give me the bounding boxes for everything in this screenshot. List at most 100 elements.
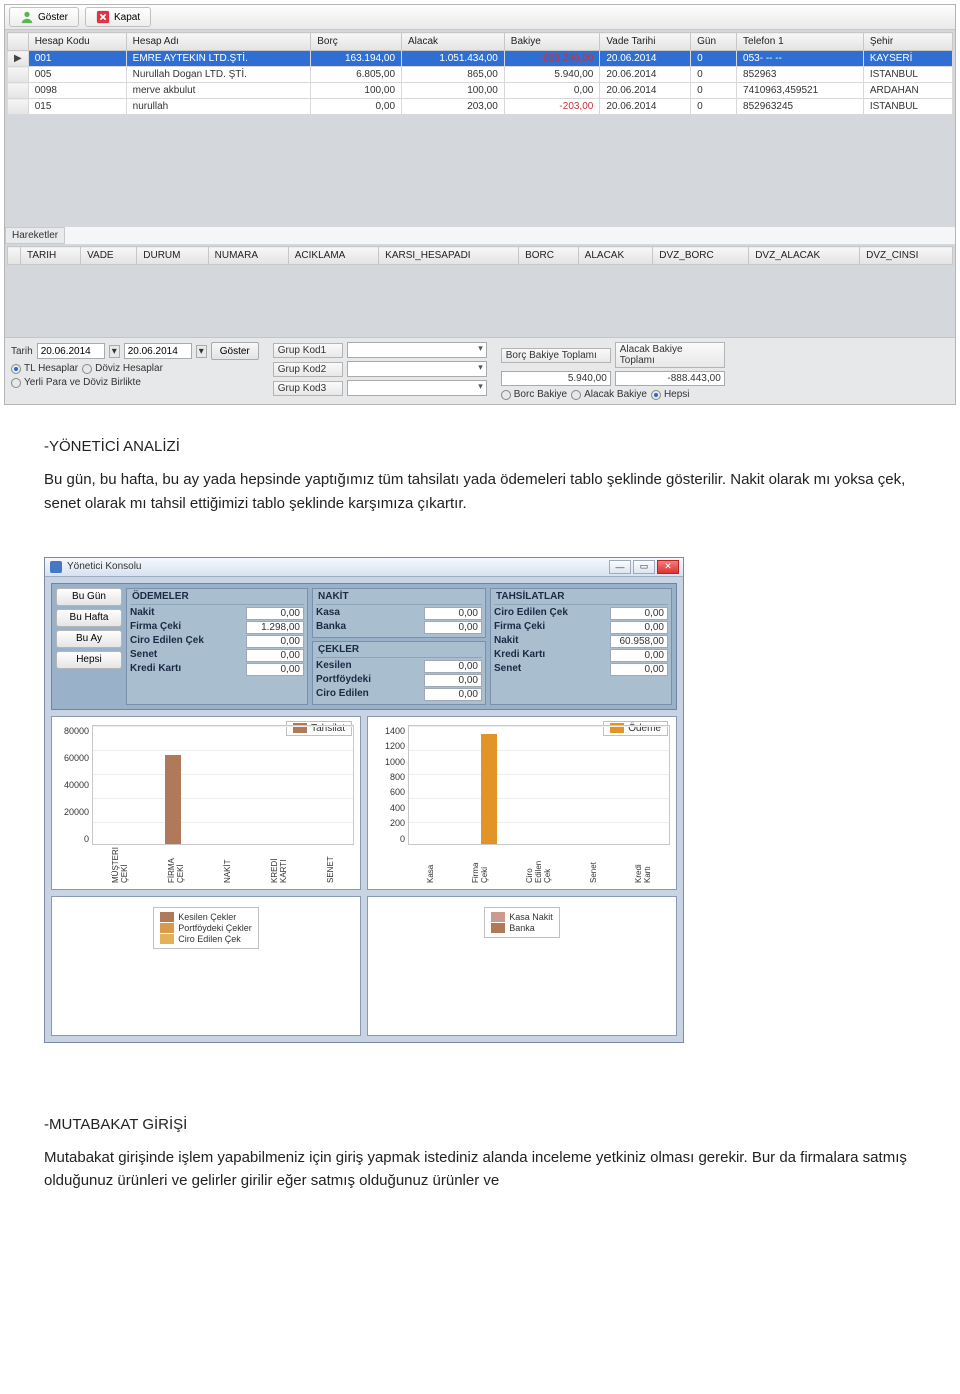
borc-bakiye-total-value: 5.940,00 xyxy=(501,371,611,386)
goster-button[interactable]: Göster xyxy=(211,342,259,360)
col-bakiye[interactable]: Bakiye xyxy=(504,33,600,51)
radio-yerli-doviz[interactable]: Yerli Para ve Döviz Birlikte xyxy=(11,377,141,388)
bars-odeme xyxy=(409,726,669,844)
yonetici-konsolu-window: Yönetici Konsolu — ▭ ✕ Bu Gün Bu Hafta B… xyxy=(44,557,684,1043)
kv-row: Senet0,00 xyxy=(130,649,304,662)
accounts-grid[interactable]: Hesap Kodu Hesap Adı Borç Alacak Bakiye … xyxy=(7,32,953,115)
close-red-icon xyxy=(96,10,110,24)
transactions-grid-area: TARIHVADEDURUMNUMARAACIKLAMAKARSI_HESAPA… xyxy=(5,244,955,337)
toolbar: Göster Kapat xyxy=(5,5,955,30)
col-hesap-adi[interactable]: Hesap Adı xyxy=(126,33,311,51)
radio-doviz-hesaplar[interactable]: Döviz Hesaplar xyxy=(82,363,163,374)
close-button-label: Kapat xyxy=(114,12,140,23)
section-mutabakat: -MUTABAKAT GİRİŞİ Mutabakat girişinde iş… xyxy=(0,1043,960,1219)
table-row[interactable]: 015nurullah 0,00203,00 -203,00 20.06.201… xyxy=(8,99,953,115)
kv-row: Kesilen0,00 xyxy=(316,660,482,673)
table-row[interactable]: ▶ 001EMRE AYTEKIN LTD.ŞTİ. 163.194,001.0… xyxy=(8,51,953,67)
xlabels-odeme: KasaFirma ÇekiCiro Edilen ÇekSenetKredi … xyxy=(408,847,670,883)
accounts-grid-area: Hesap Kodu Hesap Adı Borç Alacak Bakiye … xyxy=(5,30,955,227)
show-button-label: Göster xyxy=(38,12,68,23)
grup2-combo[interactable] xyxy=(347,361,487,377)
col-dvz_borc[interactable]: DVZ_BORC xyxy=(653,247,749,265)
radio-alacak-bakiye[interactable]: Alacak Bakiye xyxy=(571,389,647,400)
yticks-tahsilat: 800006000040000200000 xyxy=(59,726,89,844)
row-indicator-header xyxy=(8,33,29,51)
col-telefon[interactable]: Telefon 1 xyxy=(737,33,864,51)
date-from-dropdown-icon[interactable]: ▾ xyxy=(109,345,120,358)
section-yonetici-analizi: -YÖNETİCİ ANALİZİ Bu gün, bu hafta, bu a… xyxy=(0,409,960,541)
xlabels-tahsilat: MÜŞTERI ÇEKİFİRMA ÇEKİNAKİTKREDİ KARTISE… xyxy=(92,847,354,883)
grid2-empty-space xyxy=(7,265,953,335)
kv-row: Nakit0,00 xyxy=(130,607,304,620)
show-button[interactable]: Göster xyxy=(9,7,79,27)
col-dvz_alacak[interactable]: DVZ_ALACAK xyxy=(749,247,860,265)
heading-mutabakat: -MUTABAKAT GİRİŞİ xyxy=(44,1113,916,1136)
table-row[interactable]: 0098merve akbulut 100,00100,00 0,00 20.0… xyxy=(8,83,953,99)
grup1-label: Grup Kod1 xyxy=(273,343,343,358)
btn-buay[interactable]: Bu Ay xyxy=(56,630,122,648)
btn-bugun[interactable]: Bu Gün xyxy=(56,588,122,606)
plot-odeme: 1400120010008006004002000 xyxy=(408,725,670,845)
kv-row: Kasa0,00 xyxy=(316,607,482,620)
period-buttons: Bu Gün Bu Hafta Bu Ay Hepsi xyxy=(56,588,122,705)
date-from-input[interactable] xyxy=(37,343,105,359)
alacak-bakiye-total-value: -888.443,00 xyxy=(615,371,725,386)
maximize-button[interactable]: ▭ xyxy=(633,560,655,574)
minimize-button[interactable]: — xyxy=(609,560,631,574)
chart-bar xyxy=(165,755,181,844)
chart-bar xyxy=(481,734,497,844)
btn-hepsi[interactable]: Hepsi xyxy=(56,651,122,669)
chart-tahsilat: Tahsilat 800006000040000200000 MÜŞTERI Ç… xyxy=(51,716,361,890)
col-sehir[interactable]: Şehir xyxy=(863,33,952,51)
btn-buhafta[interactable]: Bu Hafta xyxy=(56,609,122,627)
col-numara[interactable]: NUMARA xyxy=(208,247,288,265)
close-window-button[interactable]: ✕ xyxy=(657,560,679,574)
col-borc[interactable]: Borç xyxy=(311,33,402,51)
legend-cekler-block: Kesilen ÇeklerPortföydeki ÇeklerCiro Edi… xyxy=(153,907,259,949)
col-alacak[interactable]: ALACAK xyxy=(578,247,653,265)
grup3-combo[interactable] xyxy=(347,380,487,396)
chart-row-1: Tahsilat 800006000040000200000 MÜŞTERI Ç… xyxy=(51,716,677,890)
kv-row: Banka0,00 xyxy=(316,621,482,634)
col-dvz_cinsi[interactable]: DVZ_CINSI xyxy=(860,247,953,265)
col-borc[interactable]: BORC xyxy=(519,247,579,265)
kv-row: Portföydeki0,00 xyxy=(316,674,482,687)
chart-cekler-empty: Kesilen ÇeklerPortföydeki ÇeklerCiro Edi… xyxy=(51,896,361,1036)
date-to-input[interactable] xyxy=(124,343,192,359)
col-tarih[interactable]: TARIH xyxy=(21,247,81,265)
grup1-combo[interactable] xyxy=(347,342,487,358)
para-mutabakat: Mutabakat girişinde işlem yapabilmeniz i… xyxy=(44,1146,916,1193)
chart-row-2: Kesilen ÇeklerPortföydeki ÇeklerCiro Edi… xyxy=(51,896,677,1036)
borc-bakiye-total-label: Borç Bakiye Toplamı xyxy=(501,348,611,363)
col-hesap-kodu[interactable]: Hesap Kodu xyxy=(28,33,126,51)
chart-kasa-empty: Kasa NakitBanka xyxy=(367,896,677,1036)
plot-tahsilat: 800006000040000200000 xyxy=(92,725,354,845)
radio-tl-hesaplar[interactable]: TL Hesaplar xyxy=(11,363,78,374)
col-alacak[interactable]: Alacak xyxy=(402,33,505,51)
legend-kasa-block: Kasa NakitBanka xyxy=(484,907,560,938)
top-app-window: Göster Kapat Hesap Kodu Hesap Adı Borç A… xyxy=(4,4,956,405)
para-yonetici: Bu gün, bu hafta, bu ay yada hepsinde ya… xyxy=(44,468,916,515)
yticks-odeme: 1400120010008006004002000 xyxy=(375,726,405,844)
col-karsi_hesapadi[interactable]: KARSI_HESAPADI xyxy=(379,247,519,265)
col-durum[interactable]: DURUM xyxy=(137,247,208,265)
kv-row: Kredi Kartı0,00 xyxy=(494,649,668,662)
transactions-grid[interactable]: TARIHVADEDURUMNUMARAACIKLAMAKARSI_HESAPA… xyxy=(7,246,953,265)
kv-row: Ciro Edilen Çek0,00 xyxy=(494,607,668,620)
col-aciklama[interactable]: ACIKLAMA xyxy=(288,247,378,265)
col-gun[interactable]: Gün xyxy=(691,33,737,51)
radio-hepsi[interactable]: Hepsi xyxy=(651,389,690,400)
top-summary-panel: Bu Gün Bu Hafta Bu Ay Hepsi ÖDEMELER Nak… xyxy=(51,583,677,710)
table-row[interactable]: 005Nurullah Dogan LTD. ŞTİ. 6.805,00865,… xyxy=(8,67,953,83)
close-button[interactable]: Kapat xyxy=(85,7,151,27)
date-to-dropdown-icon[interactable]: ▾ xyxy=(196,345,207,358)
grid-empty-space xyxy=(7,115,953,225)
group-nakit: NAKİT Kasa0,00Banka0,00 xyxy=(312,588,486,638)
group-cekler: ÇEKLER Kesilen0,00Portföydeki0,00Ciro Ed… xyxy=(312,641,486,705)
radio-borc-bakiye[interactable]: Borc Bakiye xyxy=(501,389,567,400)
col-vade[interactable]: VADE xyxy=(81,247,137,265)
kv-row: Firma Çeki0,00 xyxy=(494,621,668,634)
group-tahsilatlar: TAHSİLATLAR Ciro Edilen Çek0,00Firma Çek… xyxy=(490,588,672,705)
kv-row: Ciro Edilen Çek0,00 xyxy=(130,635,304,648)
col-vade[interactable]: Vade Tarihi xyxy=(600,33,691,51)
